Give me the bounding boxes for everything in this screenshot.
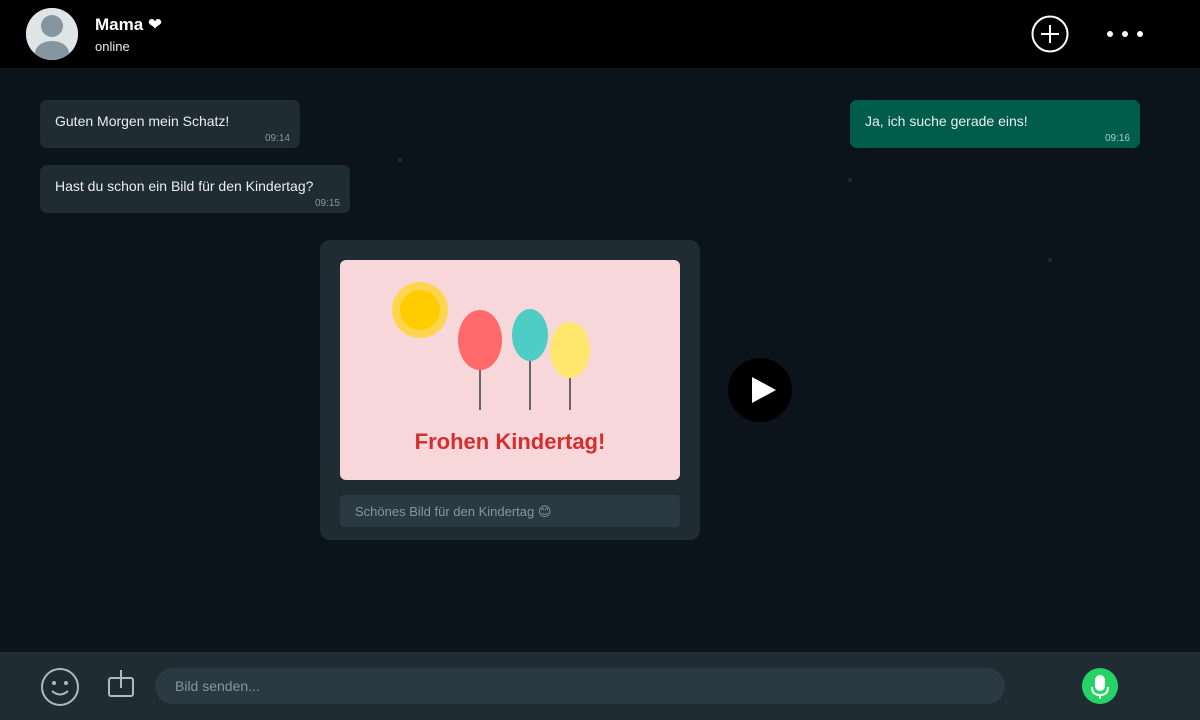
attach-button[interactable] [107, 669, 135, 699]
smiley-icon [41, 668, 79, 706]
more-dots-icon [1107, 31, 1143, 37]
contact-avatar[interactable] [26, 8, 78, 60]
contact-status: online [95, 39, 130, 54]
attach-icon [108, 670, 134, 697]
message-input[interactable] [155, 668, 1005, 704]
play-button[interactable] [728, 358, 792, 422]
voice-message-button[interactable] [1082, 668, 1118, 704]
microphone-icon [1091, 675, 1109, 699]
message-text: Hast du schon ein Bild für den Kindertag… [55, 178, 314, 194]
kindertag-image[interactable]: Frohen Kindertag! [340, 260, 680, 480]
message-text: Ja, ich suche gerade eins! [865, 113, 1028, 129]
image-title: Frohen Kindertag! [414, 429, 606, 454]
message-outgoing[interactable]: Ja, ich suche gerade eins! 09:16 [850, 100, 1140, 148]
message-time: 09:14 [264, 133, 290, 144]
wallpaper-dot [398, 158, 402, 162]
menu-button[interactable] [1100, 22, 1150, 46]
person-avatar-icon [26, 8, 78, 60]
new-chat-button[interactable] [1031, 15, 1069, 53]
message-time: 09:16 [1104, 133, 1130, 144]
plus-circle-icon [1031, 15, 1069, 53]
message-time: 09:15 [314, 198, 340, 209]
image-preview-card: Frohen Kindertag! Schönes Bild für den K… [320, 240, 700, 540]
message-incoming[interactable]: Guten Morgen mein Schatz! 09:14 [40, 100, 300, 148]
composer-bar [0, 652, 1200, 720]
message-text: Guten Morgen mein Schatz! [55, 113, 230, 129]
chat-header: Mama ❤ online [0, 0, 1200, 68]
wallpaper-dot [848, 178, 852, 182]
play-icon [728, 358, 792, 422]
emoji-button[interactable] [40, 667, 80, 707]
wallpaper-dot [1048, 258, 1052, 262]
caption-field[interactable]: Schönes Bild für den Kindertag 😊 [340, 495, 680, 527]
contact-name[interactable]: Mama ❤ [95, 15, 162, 35]
message-incoming[interactable]: Hast du schon ein Bild für den Kindertag… [40, 165, 350, 213]
caption-text: Schönes Bild für den Kindertag 😊 [355, 504, 552, 519]
message-list[interactable]: Guten Morgen mein Schatz! 09:14 Hast du … [0, 68, 1200, 652]
